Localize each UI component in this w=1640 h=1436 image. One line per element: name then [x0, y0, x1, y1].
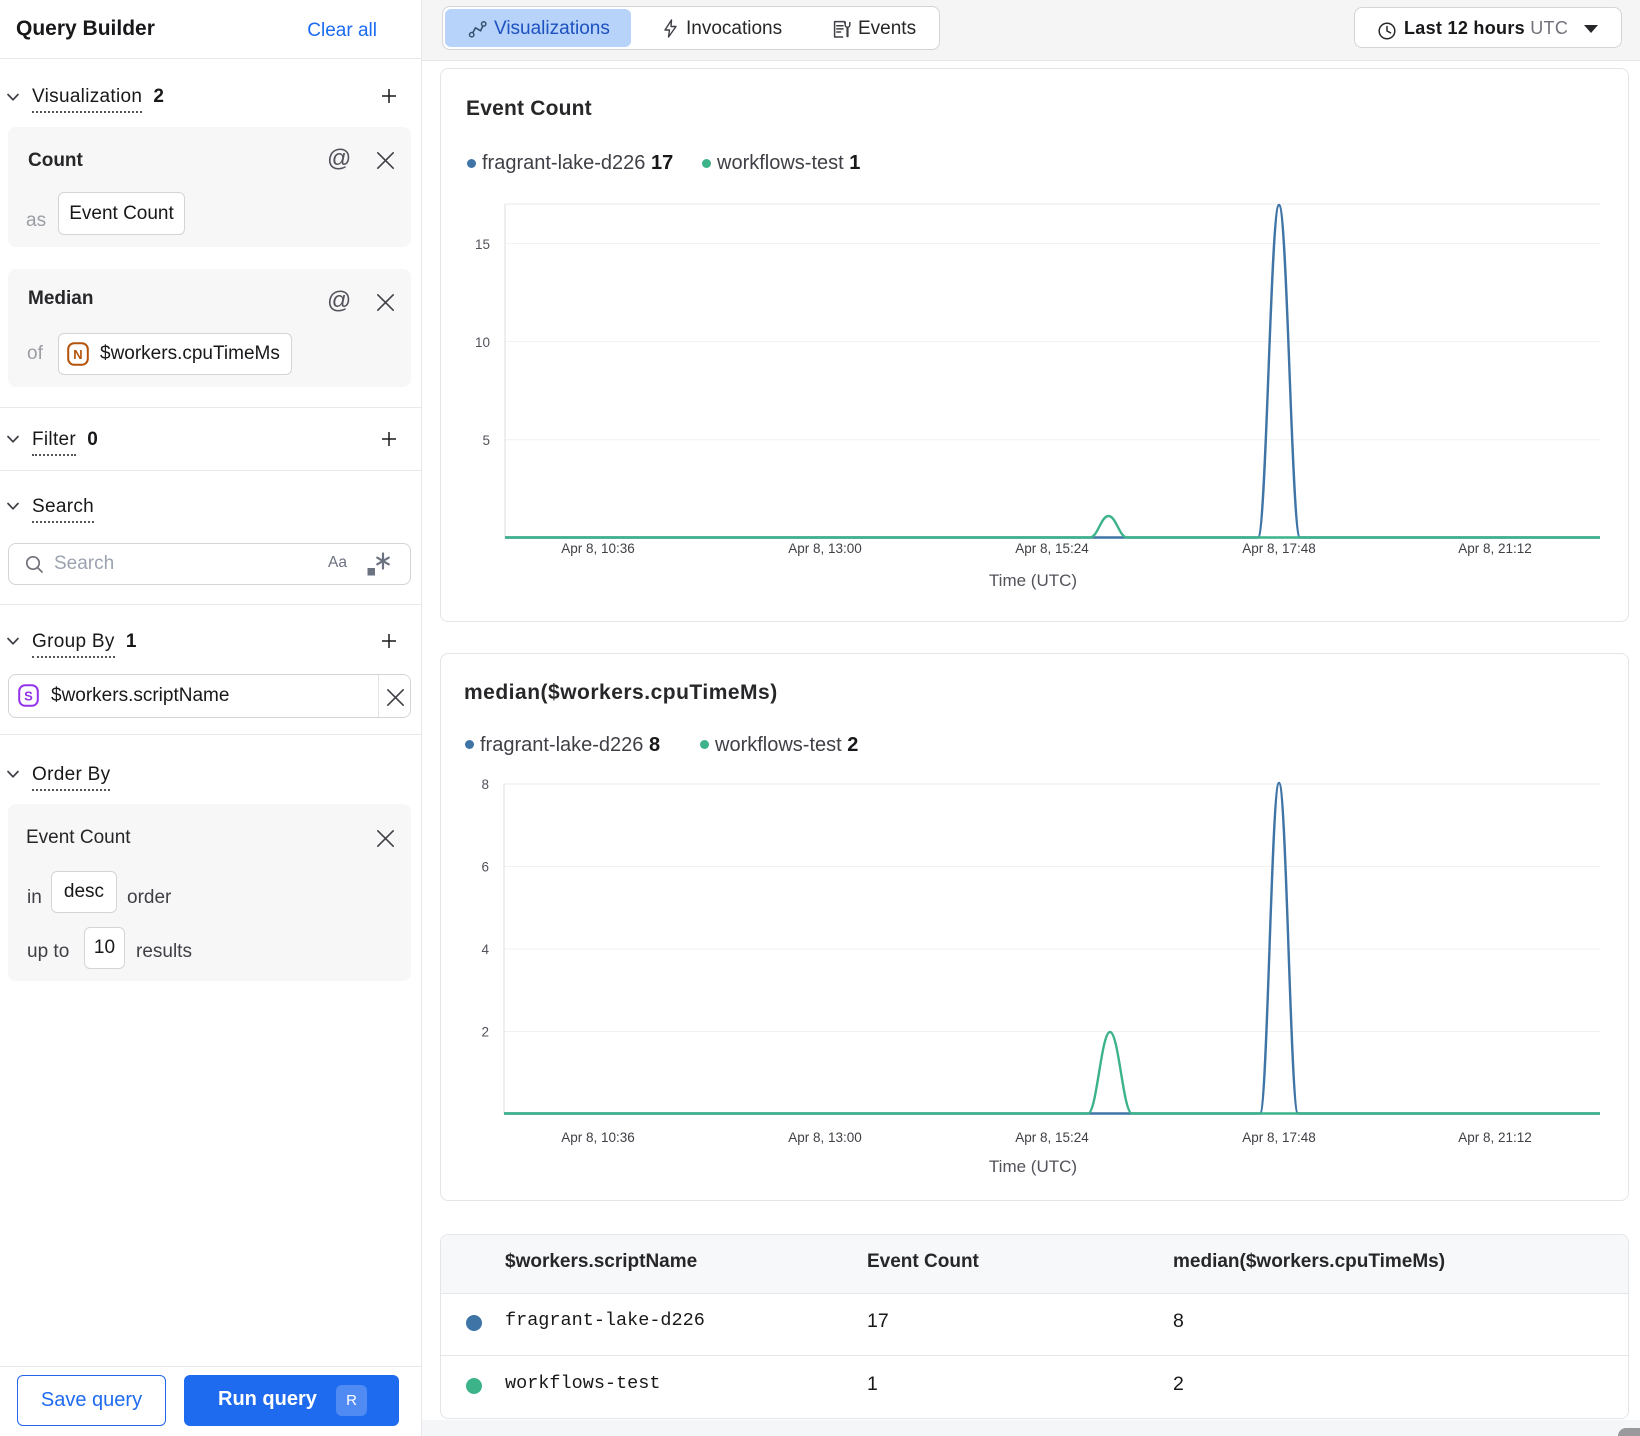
svg-text:6: 6 [481, 860, 489, 875]
svg-text:Apr 8, 10:36: Apr 8, 10:36 [561, 1130, 635, 1145]
svg-text:8: 8 [481, 777, 489, 792]
svg-text:Apr 8, 17:48: Apr 8, 17:48 [1242, 541, 1316, 556]
svg-text:Apr 8, 13:00: Apr 8, 13:00 [788, 541, 862, 556]
svg-text:5: 5 [482, 433, 490, 448]
svg-text:S: S [24, 689, 33, 704]
svg-text:2: 2 [481, 1025, 489, 1040]
svg-text:Apr 8, 10:36: Apr 8, 10:36 [561, 541, 635, 556]
svg-text:Time (UTC): Time (UTC) [989, 1157, 1077, 1176]
svg-text:Apr 8, 13:00: Apr 8, 13:00 [788, 1130, 862, 1145]
svg-text:Apr 8, 17:48: Apr 8, 17:48 [1242, 1130, 1316, 1145]
svg-text:10: 10 [475, 335, 490, 350]
svg-text:Time (UTC): Time (UTC) [989, 571, 1077, 590]
svg-text:4: 4 [481, 942, 489, 957]
svg-text:Apr 8, 15:24: Apr 8, 15:24 [1015, 1130, 1089, 1145]
svg-text:Apr 8, 21:12: Apr 8, 21:12 [1458, 1130, 1532, 1145]
svg-text:15: 15 [475, 237, 490, 252]
svg-text:Apr 8, 15:24: Apr 8, 15:24 [1015, 541, 1089, 556]
svg-text:Apr 8, 21:12: Apr 8, 21:12 [1458, 541, 1532, 556]
svg-text:N: N [73, 347, 82, 362]
